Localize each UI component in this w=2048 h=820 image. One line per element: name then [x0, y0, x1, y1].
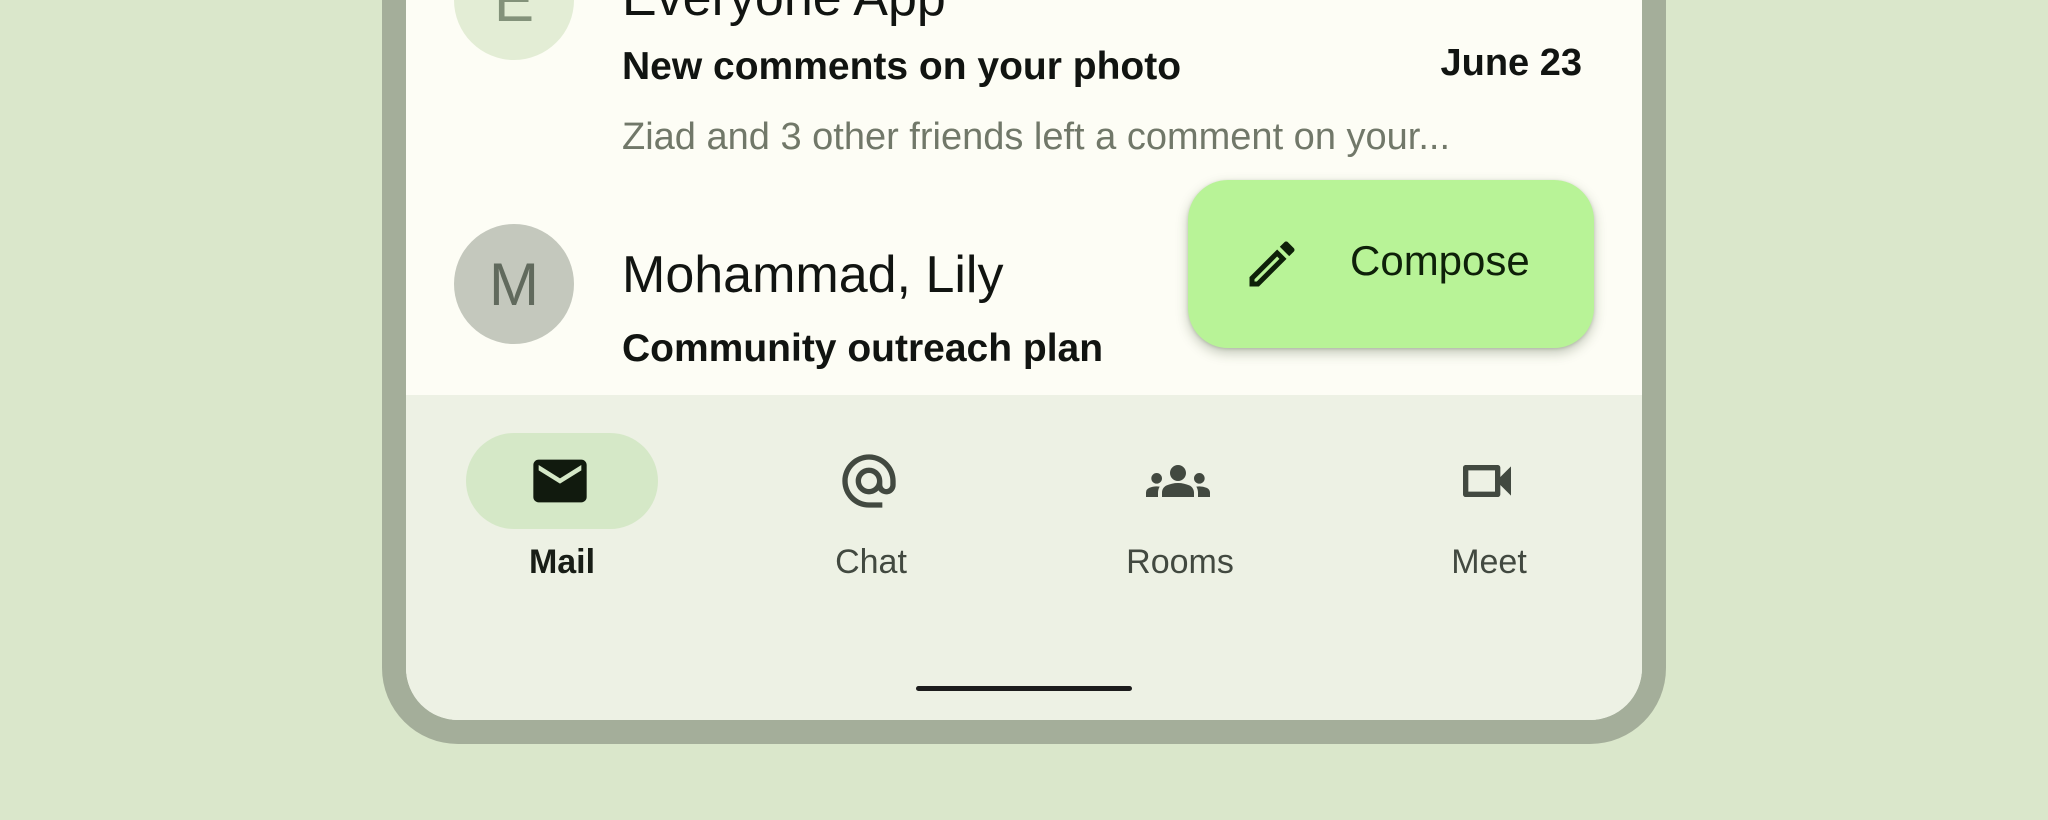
- compose-button[interactable]: Compose: [1188, 180, 1594, 348]
- bottom-navigation-bar: Mail Chat Rooms Meet: [406, 395, 1642, 720]
- group-icon: [1146, 465, 1210, 497]
- nav-item-rooms[interactable]: Rooms: [1080, 433, 1280, 603]
- avatar-letter: E: [493, 0, 535, 34]
- at-sign-icon: [842, 454, 896, 508]
- email-date: June 23: [1440, 42, 1582, 84]
- email-item-everyone-app[interactable]: E Everyone App New comments on your phot…: [406, 0, 1642, 160]
- email-subject: Community outreach plan: [622, 327, 1104, 370]
- mail-icon: [533, 459, 587, 503]
- video-camera-icon: [1463, 465, 1511, 497]
- compose-label: Compose: [1350, 237, 1530, 284]
- nav-item-mail[interactable]: Mail: [462, 433, 662, 603]
- avatar-letter: M: [489, 250, 539, 318]
- email-subject: New comments on your photo: [622, 45, 1182, 88]
- pencil-icon: [1249, 241, 1295, 287]
- nav-label-rooms: Rooms: [1126, 543, 1234, 581]
- phone-screen: E Everyone App New comments on your phot…: [406, 0, 1642, 720]
- email-sender: Everyone App: [622, 0, 946, 28]
- nav-item-meet[interactable]: Meet: [1389, 433, 1589, 603]
- gesture-navigation-bar[interactable]: [916, 686, 1132, 691]
- avatar: M: [454, 224, 574, 344]
- nav-label-mail: Mail: [528, 543, 596, 581]
- avatar: E: [454, 0, 574, 60]
- nav-label-meet: Meet: [1451, 543, 1527, 581]
- email-preview: Ziad and 3 other friends left a comment …: [622, 116, 1451, 158]
- email-sender: Mohammad, Lily: [622, 246, 1004, 304]
- nav-item-chat[interactable]: Chat: [771, 433, 971, 603]
- nav-label-chat: Chat: [835, 543, 907, 581]
